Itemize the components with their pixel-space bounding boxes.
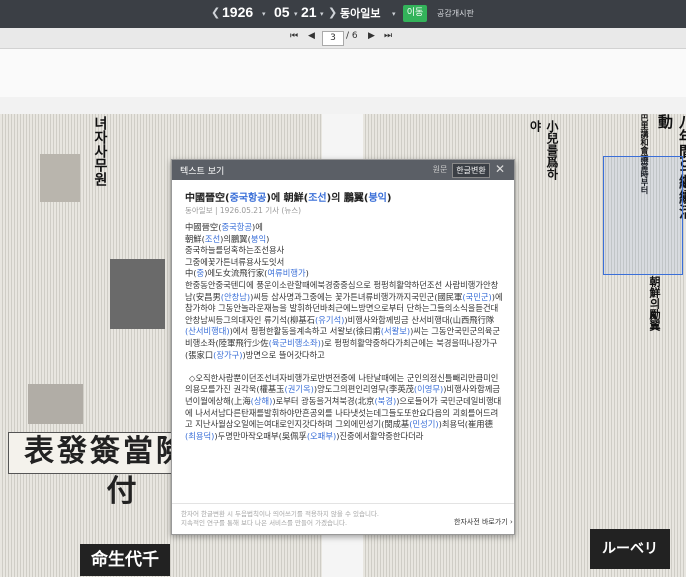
hanja-reading: (권기옥) (284, 384, 314, 395)
page-number-input[interactable]: 3 (322, 31, 344, 46)
body-text: )에서 펑펑한활동을계속하고 서왈보(徐曰甫 (229, 326, 381, 337)
title-part: )에 朝鮮( (266, 193, 309, 204)
body-text: )양도그의편인리영무(李英茂 (313, 384, 414, 395)
body-text: ) (305, 268, 309, 279)
footer-note: 한자어 한글변환 시 두음법칙이나 띄어쓰기를 적용하지 않을 수 있습니다. 지… (181, 510, 379, 528)
hanja-reading: (산서비행대) (185, 326, 230, 337)
hanja-reading: (장가구) (213, 349, 243, 360)
go-button[interactable]: 이동 (403, 5, 427, 22)
body-text: )두명만마작오패부(吳佩孚 (214, 430, 307, 441)
hanja-reading: (유기석) (315, 314, 345, 325)
body-text: 그중에꽃가튼녀류용사도잇서 (185, 256, 285, 267)
body-text: ) (266, 233, 270, 244)
article-title: 中國晉空(중국항공)에 朝鮮(조선)의 鵬翼(붕익) (185, 189, 391, 204)
hanja-reading: 붕익 (250, 233, 267, 244)
hanja-reading: 여류비행가 (267, 268, 306, 279)
body-text: )씨등 삽사명과그중에는 꽃가튼녀류비행가까지국민군(國民軍 (250, 291, 463, 302)
body-text: 중국하늘를덩혹하는조선용사 (185, 245, 285, 256)
tab-korean[interactable]: 한글변환 (452, 163, 490, 178)
body-text: )최용덕(崔用德 (438, 419, 493, 430)
body-line: 中(중)에도女流飛行家(여류비행가) (185, 268, 503, 280)
newspaper-select[interactable]: 동아일보 (340, 5, 380, 21)
title-part: 중국항공 (229, 193, 267, 204)
right-small-headline: 小兒를爲하야 (528, 120, 559, 180)
hanja-reading: (오패부) (306, 430, 337, 441)
day-dropdown-icon[interactable]: ▾ (320, 10, 324, 18)
body-line: 朝鮮(조선)의鵬翼(붕익) (185, 234, 503, 246)
hanja-reading: 중국항공 (221, 222, 252, 232)
title-part: 中國晉空( (185, 193, 230, 204)
mid-headline: 朝鮮의勵翼 (648, 276, 661, 331)
hanja-reading: (최용덕) (185, 430, 215, 441)
hanja-reading: (상해) (250, 395, 273, 406)
popup-header: 텍스트 보기 원문 한글변환 ✕ (172, 160, 514, 180)
next-page-icon[interactable]: ▶ (368, 31, 375, 41)
hanja-reading: (이영무) (413, 384, 444, 395)
ad-bottom-left: 命生代千 (80, 544, 170, 576)
body-text: 朝鮮( (185, 233, 205, 244)
selected-article-highlight[interactable] (603, 156, 683, 275)
body-text: )로부터 광동을거쳐북경(北京 (272, 395, 375, 406)
title-part: ) (386, 193, 392, 204)
hanja-reading: 조선 (204, 233, 221, 244)
article-body: 中國晉空(중국항공)에 朝鮮(조선)의鵬翼(붕익) 중국하늘를덩혹하는조선용사 그중에… (185, 222, 503, 442)
title-part: )의 鵬翼( (326, 193, 369, 204)
body-line: 중국하늘를덩혹하는조선용사 (185, 245, 503, 257)
body-text: )에도女流飛行家( (204, 268, 268, 279)
footer-note-line: 한자어 한글변환 시 두음법칙이나 띄어쓰기를 적용하지 않을 수 있습니다. (181, 510, 379, 518)
close-icon[interactable]: ✕ (495, 162, 505, 176)
text-view-popup: 텍스트 보기 원문 한글변환 ✕ 中國晉空(중국항공)에 朝鮮(조선)의 鵬翼(… (171, 159, 515, 535)
body-line: 그중에꽃가튼녀류용사도잇서 (185, 257, 503, 269)
page-nav-bar: ⏮ ◀ 3 / 6 ▶ ⏭ (0, 28, 686, 49)
page-total: / 6 (346, 31, 358, 41)
body-text: 中( (185, 268, 197, 279)
notice-board-link[interactable]: 공감개시판 (437, 8, 474, 19)
year-value[interactable]: 1926 (222, 4, 253, 20)
body-paragraph: ◇오직한사람뿐이던조선녀자비행가로반변전중에 나탄날때에는 군인의정신틀빼리만큼… (185, 373, 503, 443)
hanja-reading: (육군비행소좌) (268, 337, 321, 348)
prev-year-icon[interactable]: ❮ (211, 6, 220, 19)
day-value[interactable]: 21 (301, 4, 317, 20)
popup-footer: 한자어 한글변환 시 두음법칙이나 띄어쓰기를 적용하지 않을 수 있습니다. 지… (172, 503, 514, 534)
hanja-reading: (북경) (374, 395, 397, 406)
body-text: )에 (251, 222, 263, 232)
footer-note-line: 지속적인 연구를 통해 보다 나은 서비스를 만들어 가겠습니다. (181, 519, 348, 527)
title-part: 붕익 (368, 193, 387, 204)
photo-center (110, 259, 165, 329)
body-text: )진중에서활약중한다더라 (336, 430, 424, 441)
body-text: )방면으로 뜰어갓다하고 (242, 349, 325, 360)
month-value[interactable]: 05 (274, 4, 290, 20)
title-part: 조선 (308, 193, 327, 204)
hanja-reading: (민성기) (409, 419, 439, 430)
popup-title: 텍스트 보기 (180, 167, 225, 177)
last-page-icon[interactable]: ⏭ (384, 31, 392, 41)
month-dropdown-icon[interactable]: ▾ (294, 10, 298, 18)
body-text: )비행사와합께빙금 산서비행대(山西飛行隊 (344, 314, 495, 325)
hanja-reading: (안창남) (220, 291, 251, 302)
body-line: 中國晉空(중국항공)에 (185, 222, 503, 234)
article-meta: 동아일보 | 1926.05.21 기사 (뉴스) (185, 206, 302, 215)
body-paragraph: 한중동안중국텐디에 풍운이소란할때에북경중중심으로 펑펑히활약하던조선 사람비행… (185, 280, 503, 361)
first-page-icon[interactable]: ⏮ (290, 31, 298, 41)
photo-pair (28, 384, 83, 424)
ad-bottom-right: ルーベリ (590, 529, 670, 569)
paper-dropdown-icon[interactable]: ▾ (392, 10, 396, 18)
next-day-icon[interactable]: ❯ (328, 6, 337, 19)
hanja-reading: (서왈보) (380, 326, 411, 337)
body-text: )의鵬翼( (220, 233, 251, 244)
tab-original[interactable]: 원문 (430, 163, 450, 176)
hanja-reading: (국민군) (462, 291, 492, 302)
toolbar-spacer (0, 49, 686, 97)
prev-page-icon[interactable]: ◀ (308, 31, 315, 41)
hanja-dictionary-link[interactable]: 한자사전 바로가기 › (454, 517, 513, 527)
left-headline: 녀자사무원 (92, 116, 108, 186)
date-nav-bar: ❮ 1926 ▾ 05 ▾ 21 ▾ ❯ 동아일보 ▾ 이동 공감개시판 (0, 0, 686, 28)
photo-portrait (40, 154, 80, 202)
year-dropdown-icon[interactable]: ▾ (262, 10, 266, 18)
body-text: 中國晉空( (185, 222, 222, 232)
